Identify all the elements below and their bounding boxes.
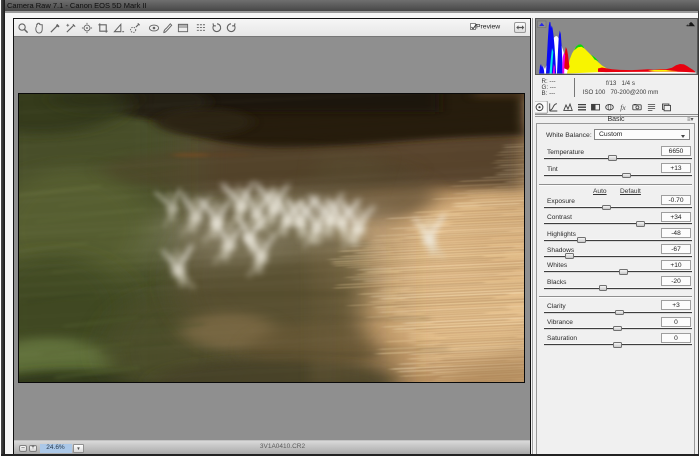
svg-text:fx: fx <box>620 103 626 112</box>
